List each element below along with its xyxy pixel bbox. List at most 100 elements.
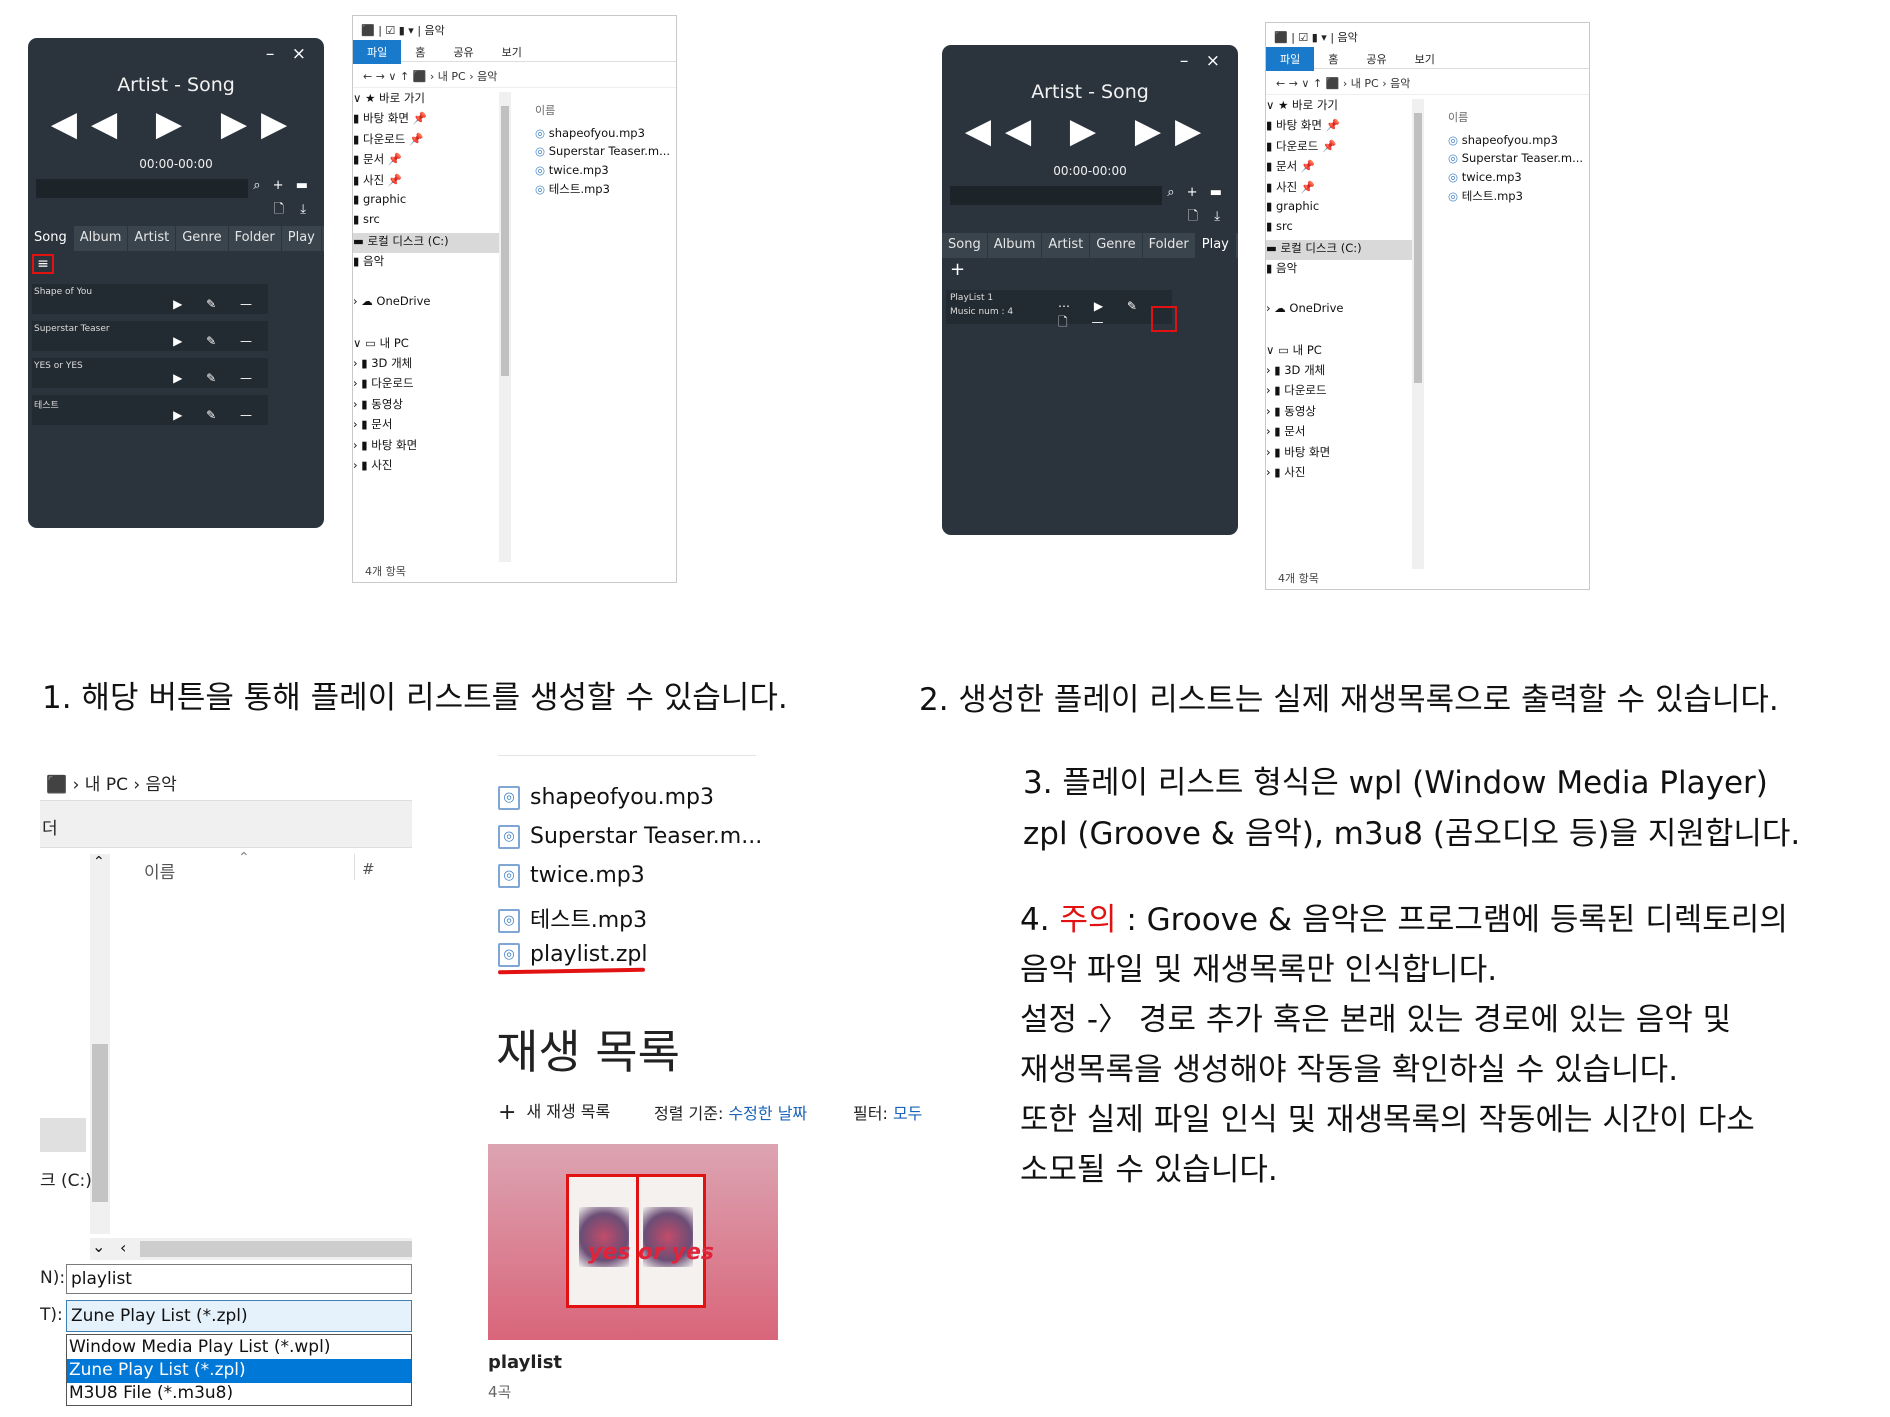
tab-play[interactable]: Play <box>1195 233 1236 258</box>
tab-artist[interactable]: Artist <box>128 226 177 251</box>
ribbon-tab-file[interactable]: 파일 <box>353 40 402 64</box>
nav-item[interactable]: ▮ 문서 📌 <box>1266 158 1414 178</box>
search-add-folder-icons[interactable]: ⌕ + ▬ <box>1167 185 1226 200</box>
playlist-title[interactable]: playlist <box>488 1352 562 1373</box>
filename-input[interactable]: playlist <box>66 1264 412 1294</box>
playback-controls[interactable]: ◀◀ ▶ ▶▶ <box>942 111 1238 151</box>
file-item[interactable]: ◎ shapeofyou.mp3 <box>535 126 670 144</box>
sort-control[interactable]: 정렬 기준: 수정한 날짜 <box>654 1100 807 1124</box>
file-download-icons[interactable]: 🗋 ⤓ <box>1188 207 1226 229</box>
file-item[interactable]: ◎ 테스트.mp3 <box>498 902 647 934</box>
nav-item[interactable]: ▮ src <box>353 212 501 232</box>
file-item[interactable]: ◎ twice.mp3 <box>1448 170 1583 188</box>
ribbon-tab-file[interactable]: 파일 <box>1266 47 1315 71</box>
add-playlist-icon[interactable]: + <box>950 259 965 280</box>
nav-item-local-disk[interactable]: ▬ 로컬 디스크 (C:) <box>353 232 501 254</box>
file-item[interactable]: ◎ shapeofyou.mp3 <box>498 785 714 810</box>
playlist-tile-art[interactable]: yes or yes <box>488 1144 778 1340</box>
nav-item[interactable]: › ▮ 사진 <box>1266 464 1414 484</box>
file-item[interactable]: ◎ 테스트.mp3 <box>535 181 670 199</box>
playlist-row[interactable]: PlayList 1 Music num : 4 ⋯ ▶ ✎ 🗋 — <box>946 290 1172 329</box>
song-row[interactable]: 테스트 ▶ ✎ — <box>32 395 268 425</box>
nav-item[interactable]: › ▮ 3D 개체 <box>1266 362 1414 382</box>
song-actions[interactable]: ▶ ✎ — <box>173 408 262 422</box>
filetype-select[interactable]: Zune Play List (*.zpl) <box>66 1300 412 1332</box>
tab-folder[interactable]: Folder <box>1143 233 1196 258</box>
ribbon-tab-view[interactable]: 보기 <box>488 40 536 64</box>
nav-item[interactable]: ▮ 문서 📌 <box>353 151 501 171</box>
song-actions[interactable]: ▶ ✎ — <box>173 334 262 348</box>
nav-item[interactable]: › ▮ 문서 <box>353 416 501 436</box>
nav-item[interactable]: › ▮ 3D 개체 <box>353 355 501 375</box>
nav-item-this-pc[interactable]: ∨ ▭ 내 PC <box>353 335 501 355</box>
file-item[interactable]: ◎ Superstar Teaser.m... <box>535 144 670 162</box>
search-add-folder-icons[interactable]: ⌕ + ▬ <box>253 178 312 193</box>
nav-item[interactable]: › ▮ 다운로드 <box>353 375 501 395</box>
nav-item[interactable]: › ▮ 바탕 화면 <box>1266 444 1414 464</box>
file-item[interactable]: ◎ Superstar Teaser.m... <box>498 824 762 849</box>
song-row[interactable]: Superstar Teaser ▶ ✎ — <box>32 321 268 351</box>
dialog-address-bar[interactable]: ⬛ › 내 PC › 음악 <box>46 770 177 795</box>
window-buttons[interactable]: – × <box>266 44 312 64</box>
nav-item[interactable]: › ▮ 문서 <box>1266 423 1414 443</box>
nav-item-this-pc[interactable]: ∨ ▭ 내 PC <box>1266 342 1414 362</box>
dialog-left-scrollbar[interactable]: ⌃ <box>90 854 110 1234</box>
file-item-playlist[interactable]: ◎ playlist.zpl <box>498 942 648 967</box>
nav-item-onedrive[interactable]: › ☁ OneDrive <box>353 294 501 314</box>
song-row[interactable]: Shape of You ▶ ✎ — <box>32 284 268 314</box>
nav-scrollbar[interactable] <box>1412 99 1424 569</box>
menu-icon[interactable]: ≡ <box>32 254 54 274</box>
playback-controls[interactable]: ◀◀ ▶ ▶▶ <box>28 104 324 144</box>
ribbon-tab-share[interactable]: 공유 <box>1352 47 1400 71</box>
filter-control[interactable]: 필터: 모두 <box>853 1100 922 1124</box>
nav-item[interactable]: ▮ graphic <box>1266 199 1414 219</box>
scroll-down-icon[interactable]: ⌄ <box>92 1237 105 1256</box>
file-item[interactable]: ◎ shapeofyou.mp3 <box>1448 133 1583 151</box>
tab-play[interactable]: Play <box>282 226 322 251</box>
nav-item-local-disk[interactable]: ▬ 로컬 디스크 (C:) <box>1266 239 1414 261</box>
song-actions[interactable]: ▶ ✎ — <box>173 297 262 311</box>
column-header-name[interactable]: 이름 <box>144 858 175 883</box>
nav-item[interactable]: ▮ 바탕 화면 📌 <box>353 110 501 130</box>
nav-item[interactable]: ▮ 사진 📌 <box>353 172 501 192</box>
nav-item[interactable]: › ▮ 바탕 화면 <box>353 437 501 457</box>
tab-folder[interactable]: Folder <box>229 226 282 251</box>
ribbon-tab-view[interactable]: 보기 <box>1401 47 1449 71</box>
nav-item[interactable]: › ▮ 동영상 <box>1266 403 1414 423</box>
nav-item[interactable]: ▮ 사진 📌 <box>1266 179 1414 199</box>
nav-item[interactable]: ▮ graphic <box>353 192 501 212</box>
window-buttons[interactable]: – × <box>1180 51 1226 71</box>
tab-genre[interactable]: Genre <box>1090 233 1143 258</box>
ribbon-tab-home[interactable]: 홈 <box>1314 47 1352 71</box>
new-playlist-button[interactable]: + 새 재생 목록 <box>498 1098 610 1125</box>
song-row[interactable]: YES or YES ▶ ✎ — <box>32 358 268 388</box>
nav-item[interactable]: ▮ 다운로드 📌 <box>1266 138 1414 158</box>
column-header-name[interactable]: 이름 <box>535 102 555 118</box>
file-download-icons[interactable]: 🗋 ⤓ <box>274 200 312 222</box>
option-wpl[interactable]: Window Media Play List (*.wpl) <box>69 1337 330 1357</box>
nav-item[interactable]: ▮ 다운로드 📌 <box>353 131 501 151</box>
nav-item[interactable]: › ▮ 사진 <box>353 457 501 477</box>
nav-item[interactable]: ∨ ★ 바로 가기 <box>353 90 501 110</box>
option-zpl-selected[interactable]: Zune Play List (*.zpl) <box>67 1359 411 1383</box>
scroll-left-icon[interactable]: ‹ <box>120 1238 126 1257</box>
song-actions[interactable]: ▶ ✎ — <box>173 371 262 385</box>
column-header-name[interactable]: 이름 <box>1448 109 1468 125</box>
scroll-up-icon[interactable]: ⌃ <box>93 854 105 870</box>
nav-item[interactable]: ▮ 음악 <box>353 253 501 273</box>
nav-item[interactable]: ▮ src <box>1266 219 1414 239</box>
ribbon-tab-share[interactable]: 공유 <box>439 40 487 64</box>
address-bar[interactable]: ← → ∨ ↑ ⬛ › 내 PC › 음악 <box>1266 71 1589 95</box>
tab-album[interactable]: Album <box>74 226 129 251</box>
address-bar[interactable]: ← → ∨ ↑ ⬛ › 내 PC › 음악 <box>353 64 676 88</box>
nav-scrollbar[interactable] <box>499 92 511 562</box>
drive-label[interactable]: 크 (C:) <box>40 1166 92 1191</box>
dialog-toolbar-label[interactable]: 더 <box>42 814 58 839</box>
tab-genre[interactable]: Genre <box>176 226 229 251</box>
nav-item[interactable]: › ▮ 다운로드 <box>1266 382 1414 402</box>
nav-item[interactable]: ∨ ★ 바로 가기 <box>1266 97 1414 117</box>
tab-song[interactable]: Song <box>28 226 74 251</box>
tab-album[interactable]: Album <box>988 233 1043 258</box>
file-item[interactable]: ◎ Superstar Teaser.m... <box>1448 151 1583 169</box>
tab-artist[interactable]: Artist <box>1042 233 1091 258</box>
